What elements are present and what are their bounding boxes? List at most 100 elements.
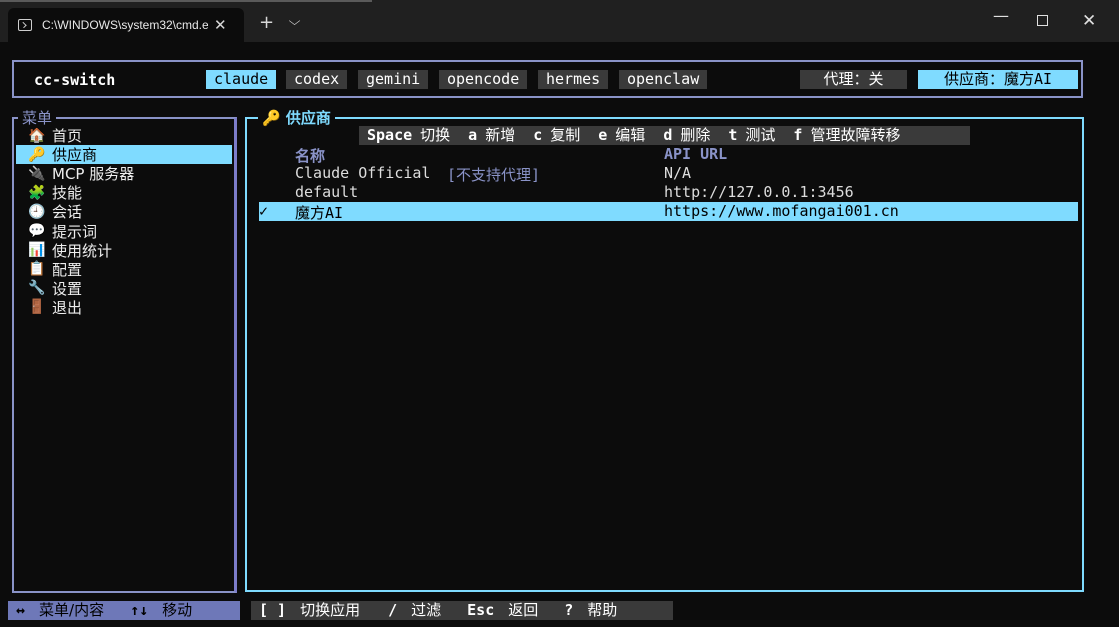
menu-item-7[interactable]: 📋 配置 (16, 260, 232, 279)
terminal-icon (18, 19, 32, 31)
hotkey-label: 复制 (550, 126, 581, 144)
provider-name: default (295, 183, 359, 201)
proxy-status-badge: 代理：关 (800, 70, 907, 89)
footer-label: 切换应用 (300, 601, 361, 619)
puzzle-icon: 🧩 (28, 184, 46, 201)
menu-item-6[interactable]: 📊 使用统计 (16, 241, 232, 260)
provider-name: 魔方AI (295, 204, 344, 222)
menu-item-label: MCP 服务器 (52, 165, 135, 184)
hotkey-3: e 编辑 (598, 126, 645, 144)
footer-hint-1: ↑↓ 移动 (130, 601, 192, 619)
hotkey-5: t 测试 (728, 126, 775, 144)
footer-label: 移动 (162, 601, 193, 619)
clipboard-icon: 📋 (28, 261, 46, 278)
hotkey-key: a (468, 126, 478, 144)
hotkey-1: a 新增 (468, 126, 515, 144)
bar-chart-icon: 📊 (28, 242, 46, 259)
menu-item-9[interactable]: 🚪 退出 (16, 298, 232, 317)
footer-key: Esc (467, 601, 495, 619)
footer-key: ↔ (16, 601, 26, 619)
close-window-button[interactable]: ✕ (1082, 11, 1096, 31)
hotkey-key: f (793, 126, 803, 144)
speech-bubble-icon: 💬 (28, 223, 46, 239)
footer-hint-0: ↔ 菜单/内容 (16, 601, 104, 619)
footer-key: / (388, 601, 398, 619)
menu-item-2[interactable]: 🔌 MCP 服务器 (16, 164, 232, 183)
terminal-tab[interactable]: C:\WINDOWS\system32\cmd.e ✕ (8, 8, 244, 42)
provider-tag: [不支持代理] (447, 166, 541, 184)
footer-hint-2: Esc 返回 (467, 601, 538, 619)
app-tab-gemini[interactable]: gemini (358, 70, 429, 89)
provider-row[interactable]: ✓ 魔方AI https://www.mofangai001.cn (259, 202, 1078, 222)
app-header: cc-switch claude codex gemini opencode h… (12, 60, 1083, 98)
footer-label: 菜单/内容 (39, 601, 105, 619)
new-tab-button[interactable]: + (259, 12, 274, 33)
home-icon: 🏠 (28, 127, 46, 144)
menu-item-1[interactable]: 🔑 供应商 (16, 145, 232, 165)
provider-url: N/A (664, 164, 692, 182)
provider-url: http://127.0.0.1:3456 (664, 183, 854, 201)
app-tab-hermes[interactable]: hermes (538, 70, 609, 89)
menu-item-label: 提示词 (52, 222, 98, 241)
hotkey-label: 管理故障转移 (810, 126, 901, 144)
app-tab-codex[interactable]: codex (286, 70, 348, 89)
tab-close-icon[interactable]: ✕ (214, 16, 227, 34)
minimize-button[interactable]: — (993, 6, 1009, 25)
menu-item-8[interactable]: 🔧 设置 (16, 279, 232, 298)
hotkey-2: c 复制 (533, 126, 580, 144)
key-icon: 🔑 (262, 109, 281, 127)
hotkey-key: e (598, 126, 608, 144)
footer-label: 过滤 (411, 601, 442, 619)
menu-item-label: 供应商 (52, 146, 98, 165)
key-icon: 🔑 (28, 146, 46, 163)
menu-item-label: 设置 (52, 279, 83, 298)
tab-dropdown-icon[interactable]: ⌵ (289, 14, 301, 29)
menu-item-4[interactable]: 🕘 会话 (16, 202, 232, 221)
menu-item-5[interactable]: 💬 提示词 (16, 222, 232, 241)
wrench-icon: 🔧 (28, 280, 46, 297)
app-tab-openclaw[interactable]: openclaw (619, 70, 708, 89)
footer-hint-3: ? 帮助 (564, 601, 617, 619)
provider-status-badge: 供应商：魔方AI (918, 70, 1078, 89)
menu-item-label: 首页 (52, 127, 83, 145)
hotkey-key: d (663, 126, 673, 144)
provider-url: https://www.mofangai001.cn (664, 202, 899, 220)
menu-item-label: 技能 (52, 184, 83, 203)
footer-key: ? (564, 601, 574, 619)
menu-item-label: 使用统计 (52, 241, 113, 260)
door-icon: 🚪 (28, 299, 46, 316)
hotkey-label: 删除 (680, 126, 711, 144)
footer-label: 返回 (508, 601, 539, 619)
tab-title: C:\WINDOWS\system32\cmd.e (42, 18, 208, 32)
provider-row[interactable]: default http://127.0.0.1:3456 (259, 183, 1078, 202)
menu-item-0[interactable]: 🏠 首页 (16, 126, 232, 145)
menu-item-3[interactable]: 🧩 技能 (16, 183, 232, 202)
footer-key: ↑↓ (130, 601, 149, 619)
app-tab-claude[interactable]: claude (206, 70, 277, 89)
hotkey-key: c (533, 126, 543, 144)
current-check-icon: ✓ (259, 202, 269, 220)
hotkey-label: 测试 (745, 126, 776, 144)
hotkey-label: 编辑 (615, 126, 646, 144)
plug-icon: 🔌 (28, 165, 46, 182)
column-header-url: API URL (664, 145, 728, 163)
footer-nav-hints: ↔ 菜单/内容 ↑↓ 移动 (8, 601, 240, 620)
footer-hint-0: [ ] 切换应用 (259, 601, 360, 619)
app-tab-opencode[interactable]: opencode (439, 70, 528, 89)
maximize-button[interactable] (1037, 15, 1048, 26)
footer-label: 帮助 (587, 601, 618, 619)
provider-name: Claude Official (295, 164, 431, 182)
provider-row[interactable]: Claude Official [不支持代理] N/A (259, 164, 1078, 184)
providers-title: 🔑 供应商 (258, 107, 335, 128)
hotkey-6: f 管理故障转移 (793, 126, 900, 144)
column-header-name: 名称 (295, 147, 326, 165)
hotkey-4: d 删除 (663, 126, 710, 144)
hotkey-label: 新增 (485, 126, 516, 144)
footer-key: [ ] (259, 601, 287, 619)
footer-action-hints: [ ] 切换应用 / 过滤 Esc 返回? 帮助 (251, 601, 673, 620)
menu-item-label: 会话 (52, 203, 83, 222)
titlebar-accent-line (0, 0, 372, 2)
hotkey-key: Space (367, 126, 413, 144)
footer-hint-1: / 过滤 (388, 601, 441, 619)
app-name: cc-switch (34, 71, 116, 89)
